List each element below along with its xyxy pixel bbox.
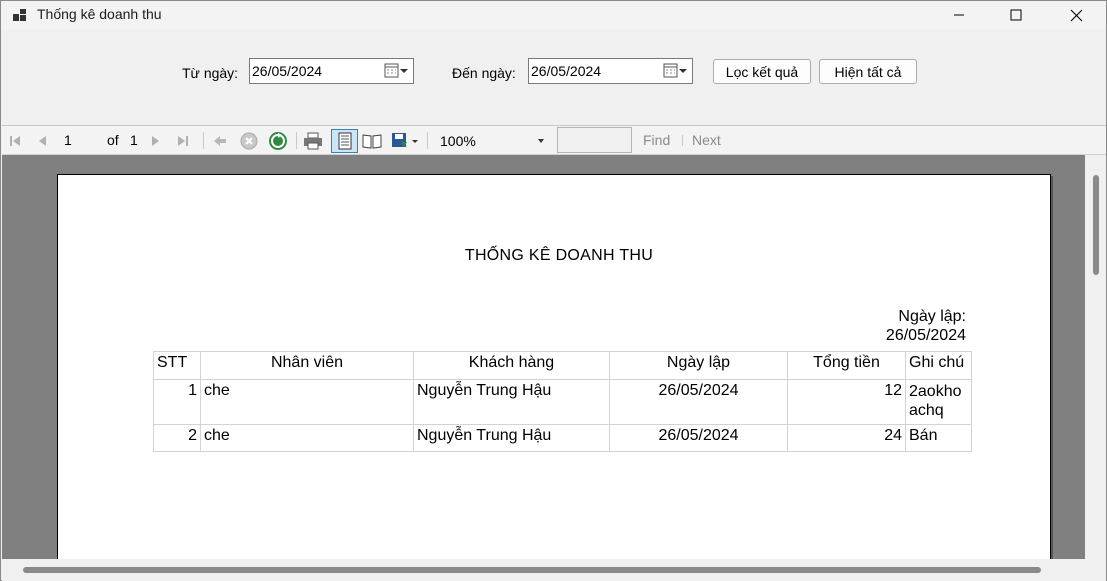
find-link[interactable]: Find xyxy=(643,132,670,148)
cell-note: 2aokhoachq xyxy=(905,379,972,425)
cell-employee: che xyxy=(200,424,414,452)
from-date-value: 26/05/2024 xyxy=(252,63,323,79)
cell-customer: Nguyễn Trung Hậu xyxy=(413,424,610,452)
find-next-link[interactable]: Next xyxy=(692,132,721,148)
export-button[interactable] xyxy=(390,131,420,151)
page-of-label: of xyxy=(107,132,119,148)
filter-panel: Từ ngày: 26/05/2024 Đến ngày: 26/05/2024… xyxy=(1,29,1106,125)
refresh-icon xyxy=(269,132,287,150)
back-arrow-icon xyxy=(214,136,226,146)
toolbar-separator xyxy=(203,132,204,149)
column-header-date: Ngày lập xyxy=(609,351,788,380)
current-page-input[interactable]: 1 xyxy=(64,130,100,150)
cell-employee: che xyxy=(200,379,414,425)
dropdown-arrow-icon xyxy=(538,139,544,143)
column-header-customer: Khách hàng xyxy=(413,351,610,380)
stop-icon xyxy=(240,132,258,150)
table-header-row: STT Nhân viên Khách hàng Ngày lập Tổng t… xyxy=(153,351,972,380)
to-date-value: 26/05/2024 xyxy=(531,63,602,79)
calendar-dropdown-icon[interactable] xyxy=(662,62,688,80)
toolbar-separator xyxy=(682,135,683,146)
report-window: Thống kê doanh thu Từ ngày: 26/05/2024 Đ… xyxy=(0,0,1107,581)
column-header-stt: STT xyxy=(153,351,201,380)
from-date-picker[interactable]: 26/05/2024 xyxy=(249,58,414,84)
cell-note: Bán xyxy=(905,424,972,452)
horizontal-scroll-thumb[interactable] xyxy=(23,567,1041,573)
from-date-label: Từ ngày: xyxy=(182,65,239,81)
last-page-icon xyxy=(178,136,188,146)
column-header-note: Ghi chú xyxy=(905,351,972,380)
maximize-icon xyxy=(1010,9,1022,21)
cell-total: 12 xyxy=(787,379,906,425)
report-date-label: Ngày lập: xyxy=(898,308,966,325)
to-date-picker[interactable]: 26/05/2024 xyxy=(528,58,693,84)
filter-results-button[interactable]: Lọc kết quả xyxy=(713,59,811,84)
close-icon xyxy=(1070,9,1082,21)
cell-customer: Nguyễn Trung Hậu xyxy=(413,379,610,425)
zoom-value: 100% xyxy=(440,133,476,149)
report-date-value: 26/05/2024 xyxy=(885,327,966,344)
column-header-total: Tổng tiền xyxy=(787,351,906,380)
vertical-scroll-thumb[interactable] xyxy=(1093,175,1099,275)
previous-page-icon xyxy=(39,136,46,146)
find-text-input[interactable] xyxy=(557,127,632,153)
save-export-icon xyxy=(392,133,418,147)
report-date: Ngày lập: 26/05/2024 xyxy=(886,307,966,345)
total-pages-label: 1 xyxy=(130,132,138,148)
calendar-dropdown-icon[interactable] xyxy=(383,62,409,80)
print-layout-button[interactable] xyxy=(331,129,358,153)
app-icon xyxy=(13,9,26,21)
back-button[interactable] xyxy=(210,131,230,151)
table-row: 2 che Nguyễn Trung Hậu 26/05/2024 24 Bán xyxy=(153,424,972,452)
to-date-label: Đến ngày: xyxy=(452,65,516,81)
first-page-button[interactable] xyxy=(5,131,25,151)
report-canvas: THỐNG KÊ DOANH THU Ngày lập: 26/05/2024 … xyxy=(2,155,1085,559)
first-page-icon xyxy=(10,136,20,146)
column-header-employee: Nhân viên xyxy=(200,351,414,380)
minimize-icon xyxy=(954,14,964,16)
table-row: 1 che Nguyễn Trung Hậu 26/05/2024 12 2ao… xyxy=(153,379,972,425)
toolbar-separator xyxy=(427,132,428,149)
report-page: THỐNG KÊ DOANH THU Ngày lập: 26/05/2024 … xyxy=(57,174,1051,559)
horizontal-scrollbar[interactable] xyxy=(2,559,1106,581)
cell-date: 26/05/2024 xyxy=(609,424,788,452)
next-page-icon xyxy=(152,136,159,146)
report-viewer: 1 of 1 100% Find Next THỐNG KÊ DOANH THU… xyxy=(2,125,1106,581)
refresh-button[interactable] xyxy=(268,131,288,151)
maximize-button[interactable] xyxy=(993,1,1039,29)
toolbar-separator xyxy=(296,132,297,149)
title-bar: Thống kê doanh thu xyxy=(1,1,1106,29)
next-page-button[interactable] xyxy=(145,131,165,151)
revenue-table: STT Nhân viên Khách hàng Ngày lập Tổng t… xyxy=(153,351,972,452)
cell-stt: 1 xyxy=(153,379,201,425)
minimize-button[interactable] xyxy=(936,1,982,29)
print-button[interactable] xyxy=(303,131,323,151)
show-all-button[interactable]: Hiện tất cả xyxy=(819,59,917,84)
printer-icon xyxy=(304,132,322,150)
book-icon xyxy=(362,134,382,149)
vertical-scrollbar[interactable] xyxy=(1085,155,1106,559)
close-button[interactable] xyxy=(1053,1,1099,29)
page-setup-button[interactable] xyxy=(362,131,382,151)
zoom-select[interactable]: 100% xyxy=(434,130,550,152)
cell-date: 26/05/2024 xyxy=(609,379,788,425)
cell-stt: 2 xyxy=(153,424,201,452)
previous-page-button[interactable] xyxy=(33,131,53,151)
window-title: Thống kê doanh thu xyxy=(37,6,162,22)
report-title: THỐNG KÊ DOANH THU xyxy=(464,247,654,264)
stop-button[interactable] xyxy=(239,131,259,151)
cell-total: 24 xyxy=(787,424,906,452)
last-page-button[interactable] xyxy=(173,131,193,151)
page-layout-icon xyxy=(338,132,351,150)
viewer-toolbar: 1 of 1 100% Find Next xyxy=(2,126,1106,155)
